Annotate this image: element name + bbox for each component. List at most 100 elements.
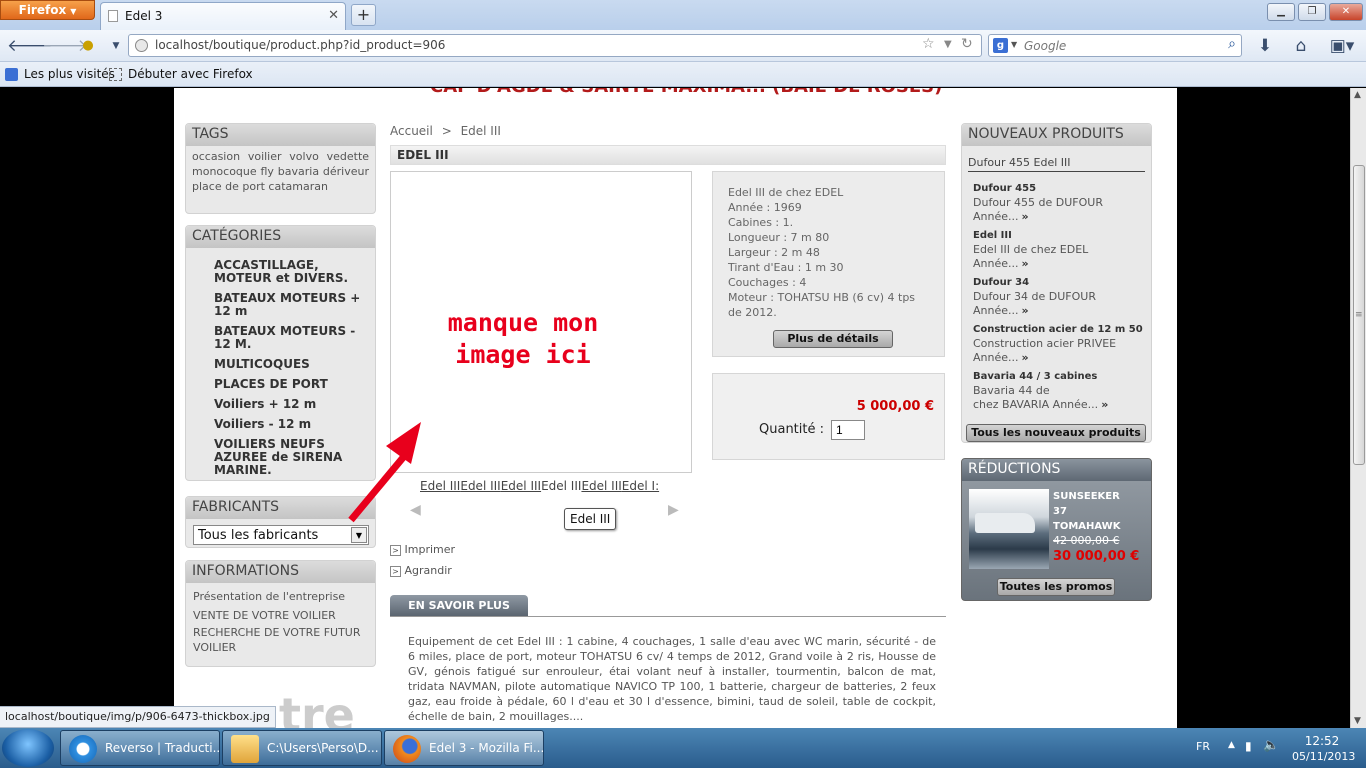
vertical-scrollbar[interactable]: ▲ ≡ ▼ xyxy=(1350,88,1366,728)
tag-link[interactable]: vedette xyxy=(327,150,369,163)
info-link-search[interactable]: RECHERCHE DE VOTRE FUTUR VOILIER xyxy=(193,625,368,655)
tag-link[interactable]: monocoque xyxy=(192,165,257,178)
home-icon[interactable]: ⌂ xyxy=(1291,36,1311,56)
tab-more-info[interactable]: EN SAVOIR PLUS xyxy=(390,595,528,616)
close-window-button[interactable]: ✕ xyxy=(1329,3,1363,21)
new-products-top-link[interactable]: Dufour 455 Edel III xyxy=(968,156,1145,172)
browser-window: Firefox ▼ Edel 3 ✕ + ▁ ❐ ✕ 🡐 🡒 ● ▼ localh… xyxy=(0,0,1366,728)
category-link[interactable]: ACCASTILLAGE, MOTEUR et DIVERS. xyxy=(214,259,367,285)
new-product-more-label: Année... xyxy=(973,257,1019,270)
thumb-next-icon[interactable]: ▶ xyxy=(668,502,679,518)
taskbar-explorer[interactable]: C:\Users\Perso\D... xyxy=(222,730,382,766)
tag-link[interactable]: dériveur xyxy=(323,165,369,178)
more-details-button[interactable]: Plus de détails xyxy=(773,330,893,348)
all-promos-button[interactable]: Toutes les promos xyxy=(997,578,1115,596)
engine-dropdown-icon[interactable]: ▼ xyxy=(1011,40,1017,49)
new-product-name[interactable]: Dufour 34 xyxy=(973,276,1148,289)
thumbnail-link[interactable]: Edel III xyxy=(460,479,500,493)
tab-divider xyxy=(390,616,946,617)
tab-edel-3[interactable]: Edel 3 ✕ xyxy=(100,2,346,30)
tag-link[interactable]: occasion xyxy=(192,150,240,163)
volume-icon[interactable]: 🔈 xyxy=(1263,738,1279,753)
tag-link[interactable]: volvo xyxy=(289,150,319,163)
tag-link[interactable]: port xyxy=(242,180,265,193)
breadcrumb-current: Edel III xyxy=(460,124,501,138)
new-product-more[interactable]: Année...» xyxy=(973,257,1148,271)
new-product-more[interactable]: chez BAVARIA Année...» xyxy=(973,398,1148,412)
scroll-up-icon[interactable]: ▲ xyxy=(1354,90,1361,100)
bookmark-star-icon[interactable]: ☆ xyxy=(922,36,935,52)
tag-link[interactable]: voilier xyxy=(248,150,282,163)
bookmark-getting-started[interactable]: Débuter avec Firefox xyxy=(128,67,253,81)
getting-started-icon xyxy=(109,68,122,81)
minimize-button[interactable]: ▁ xyxy=(1267,3,1295,21)
print-link[interactable]: > Imprimer xyxy=(390,543,455,556)
all-new-products-button[interactable]: Tous les nouveaux produits xyxy=(966,424,1146,442)
network-icon[interactable]: ▮ xyxy=(1245,739,1252,753)
bookmarks-menu-icon[interactable]: ▣▾ xyxy=(1327,36,1357,56)
back-icon[interactable]: 🡐 xyxy=(7,36,53,56)
thumbnail-link[interactable]: Edel III xyxy=(541,479,581,493)
clock-time[interactable]: 12:52 xyxy=(1292,734,1352,748)
quantity-input[interactable] xyxy=(831,420,865,440)
new-product-item: Dufour 34 Dufour 34 de DUFOUR Année...» xyxy=(973,276,1148,318)
info-link-presentation[interactable]: Présentation de l'entreprise xyxy=(193,587,368,606)
search-bar[interactable]: g ▼ Google ⌕ xyxy=(988,34,1242,57)
tag-link[interactable]: de xyxy=(225,180,239,193)
downloads-icon[interactable]: ⬇ xyxy=(1255,36,1275,56)
category-link[interactable]: BATEAUX MOTEURS - 12 M. xyxy=(214,325,367,351)
new-tab-button[interactable]: + xyxy=(351,4,376,26)
firefox-icon xyxy=(393,735,421,763)
thumbnail-link[interactable]: Edel III xyxy=(420,479,460,493)
product-image-frame[interactable]: manque mon image ici xyxy=(348,171,692,523)
new-products-list: Dufour 455 Dufour 455 de DUFOUR Année...» E… xyxy=(973,182,1148,417)
thumbnail-link[interactable]: Edel I: xyxy=(622,479,659,493)
zoom-link[interactable]: > Agrandir xyxy=(390,564,452,577)
category-link[interactable]: PLACES DE PORT xyxy=(214,378,367,391)
thumb-prev-icon[interactable]: ◀ xyxy=(410,502,421,518)
reload-icon[interactable]: ↻ xyxy=(961,36,973,52)
info-link-sell[interactable]: VENTE DE VOTRE VOILIER xyxy=(193,606,368,625)
tag-link[interactable]: fly xyxy=(260,165,273,178)
firefox-menu-button[interactable]: Firefox ▼ xyxy=(0,0,95,20)
tag-link[interactable]: place xyxy=(192,180,222,193)
category-link[interactable]: MULTICOQUES xyxy=(214,358,367,371)
bookmark-most-visited[interactable]: Les plus visités xyxy=(24,67,115,81)
short-description: Edel III de chez EDEL Année : 1969 Cabines… xyxy=(713,172,944,320)
start-button[interactable] xyxy=(2,729,54,767)
scroll-down-icon[interactable]: ▼ xyxy=(1354,716,1361,726)
new-product-more[interactable]: Année...» xyxy=(973,351,1148,365)
discount-product-name[interactable]: SUNSEEKER 37 TOMAHAWK xyxy=(1053,489,1149,534)
new-product-name[interactable]: Edel III xyxy=(973,229,1148,242)
taskbar-firefox[interactable]: Edel 3 - Mozilla Fi... xyxy=(384,730,544,766)
close-tab-icon[interactable]: ✕ xyxy=(328,8,339,23)
breadcrumb-home[interactable]: Accueil xyxy=(390,124,433,138)
restore-button[interactable]: ❐ xyxy=(1298,3,1326,21)
zoom-icon: > xyxy=(390,566,401,577)
thumbnail-link[interactable]: Edel III xyxy=(581,479,621,493)
new-product-more[interactable]: Année...» xyxy=(973,210,1148,224)
clock-date[interactable]: 05/11/2013 xyxy=(1292,750,1355,763)
new-product-name[interactable]: Dufour 455 xyxy=(973,182,1148,195)
url-bar[interactable]: localhost/boutique/product.php?id_produc… xyxy=(128,34,982,57)
new-products-title: NOUVEAUX PRODUITS xyxy=(962,124,1151,146)
forward-icon[interactable]: 🡒 xyxy=(42,36,88,56)
url-dropdown-icon[interactable]: ▼ xyxy=(944,39,952,50)
language-indicator[interactable]: FR xyxy=(1196,740,1210,753)
taskbar-reverso[interactable]: Reverso | Traducti... xyxy=(60,730,220,766)
category-link[interactable]: BATEAUX MOTEURS + 12 m xyxy=(214,292,367,318)
product-price: 5 000,00 € xyxy=(856,399,934,414)
new-product-name[interactable]: Construction acier de 12 m 50 xyxy=(973,323,1148,336)
addon-icon[interactable]: ● xyxy=(78,36,98,56)
search-icon[interactable]: ⌕ xyxy=(1228,36,1236,52)
new-product-name[interactable]: Bavaria 44 / 3 cabines xyxy=(973,370,1148,383)
thumbnail-link[interactable]: Edel III xyxy=(501,479,541,493)
discount-product-image[interactable] xyxy=(969,489,1049,569)
new-product-more[interactable]: Année...» xyxy=(973,304,1148,318)
double-chevron-right-icon: » xyxy=(1021,304,1029,317)
show-hidden-icons-icon[interactable]: ▲ xyxy=(1228,740,1235,750)
history-dropdown-icon[interactable]: ▼ xyxy=(106,36,126,56)
tag-link[interactable]: bavaria xyxy=(278,165,319,178)
tags-title: TAGS xyxy=(186,124,375,146)
tag-link[interactable]: catamaran xyxy=(268,180,328,193)
